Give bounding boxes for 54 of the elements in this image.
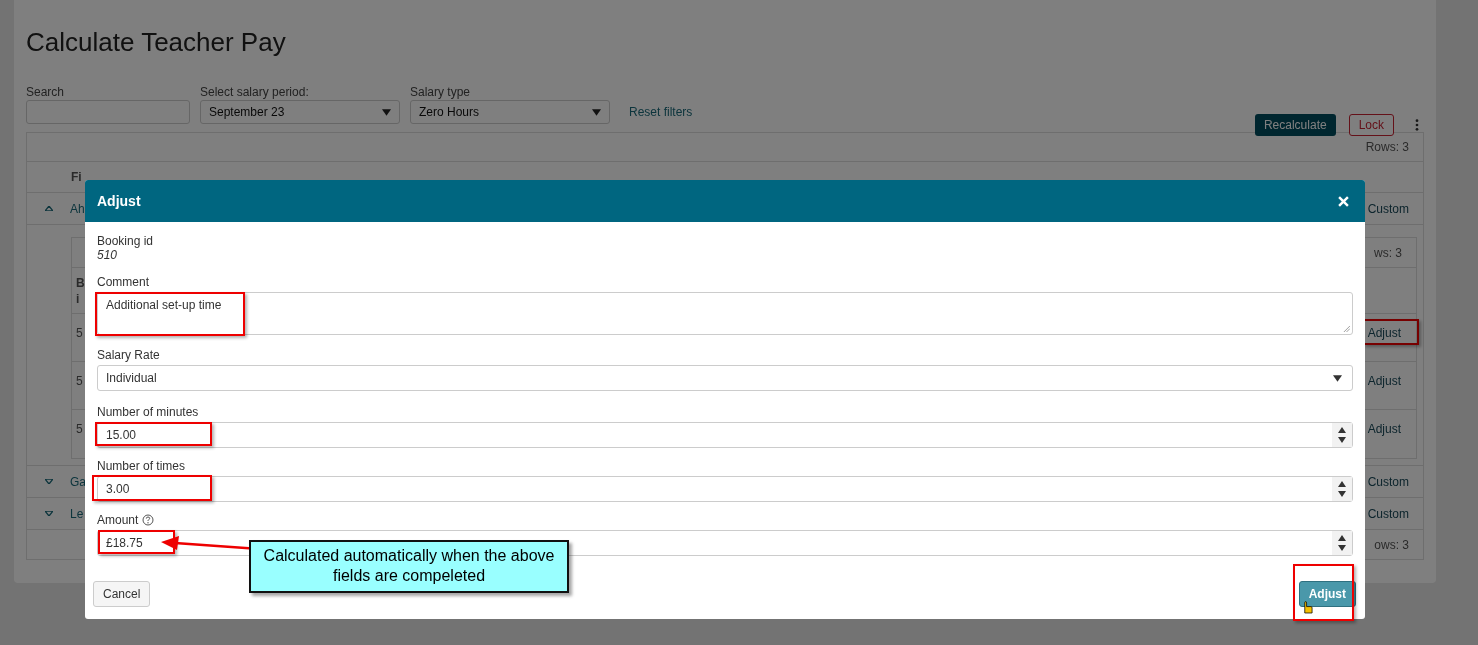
help-icon[interactable] bbox=[142, 514, 155, 526]
field-label: Salary Rate bbox=[97, 348, 160, 362]
table-cell: Custom bbox=[1367, 201, 1409, 216]
number-field[interactable]: 3.00 bbox=[97, 476, 1353, 502]
column-header: B i bbox=[76, 274, 86, 307]
salary-type-label: Salary type bbox=[410, 85, 472, 99]
salary-period-label: Select salary period: bbox=[200, 85, 310, 99]
reset-filters-link[interactable]: Reset filters bbox=[629, 105, 693, 119]
teacher-name-link[interactable]: Le bbox=[70, 506, 84, 521]
lock-button[interactable]: Lock bbox=[1348, 114, 1394, 136]
dialog-title: Adjust bbox=[97, 193, 141, 209]
column-header: Fi bbox=[71, 170, 82, 184]
more-options-icon[interactable] bbox=[1415, 119, 1419, 131]
adjust-button[interactable]: Adjust bbox=[1298, 581, 1356, 607]
field-label: Number of times bbox=[97, 459, 186, 473]
spinner-arrows-icon[interactable] bbox=[1332, 531, 1352, 555]
callout-note: Calculated automatically when the above fields are compeleted bbox=[249, 540, 569, 593]
rows-count: ws: 3 bbox=[1374, 245, 1403, 260]
dropdown-arrow-icon bbox=[592, 108, 601, 116]
salary-rate-select[interactable]: Individual bbox=[97, 365, 1353, 391]
dropdown-arrow-icon bbox=[382, 108, 391, 116]
field-label: Comment bbox=[97, 275, 149, 289]
page-title: Calculate Teacher Pay bbox=[26, 27, 287, 57]
table-cell: Custom bbox=[1367, 506, 1409, 521]
close-icon[interactable] bbox=[1338, 195, 1349, 207]
resize-grip-icon[interactable] bbox=[1343, 325, 1350, 332]
expand-caret-icon[interactable] bbox=[45, 206, 53, 211]
table-cell: 5 bbox=[76, 374, 83, 388]
field-label: Amount bbox=[97, 513, 139, 527]
adjust-link[interactable]: Adjust bbox=[1367, 374, 1401, 388]
table-cell: 5 bbox=[76, 422, 83, 436]
teacher-name-link[interactable]: Ga bbox=[70, 474, 86, 489]
field-label: Number of minutes bbox=[97, 405, 199, 419]
table-cell: 5 bbox=[76, 326, 83, 340]
adjust-link[interactable]: Adjust bbox=[1367, 422, 1401, 436]
recalculate-button[interactable]: Recalculate bbox=[1254, 114, 1336, 136]
cancel-button[interactable]: Cancel bbox=[93, 581, 151, 607]
adjust-link[interactable]: Adjust bbox=[1367, 326, 1401, 340]
salary-type-select[interactable]: Zero Hours bbox=[410, 100, 610, 124]
field-label: Booking id bbox=[97, 234, 155, 248]
expand-caret-icon[interactable] bbox=[45, 479, 53, 484]
booking-id: 510 bbox=[97, 248, 119, 262]
search-label: Search bbox=[26, 85, 66, 99]
rows-count: Rows: 3 bbox=[1365, 140, 1409, 154]
rows-count: ows: 3 bbox=[1374, 537, 1409, 552]
hand-cursor-icon bbox=[1301, 601, 1313, 614]
teacher-name-link[interactable]: Ah bbox=[70, 201, 85, 216]
table-cell: Custom bbox=[1367, 474, 1409, 489]
expand-caret-icon[interactable] bbox=[45, 511, 53, 516]
spinner-arrows-icon[interactable] bbox=[1332, 477, 1352, 501]
dropdown-arrow-icon bbox=[1333, 374, 1342, 382]
salary-period-select[interactable]: September 23 bbox=[200, 100, 400, 124]
spinner-arrows-icon[interactable] bbox=[1332, 423, 1352, 447]
search-field[interactable] bbox=[26, 100, 190, 124]
